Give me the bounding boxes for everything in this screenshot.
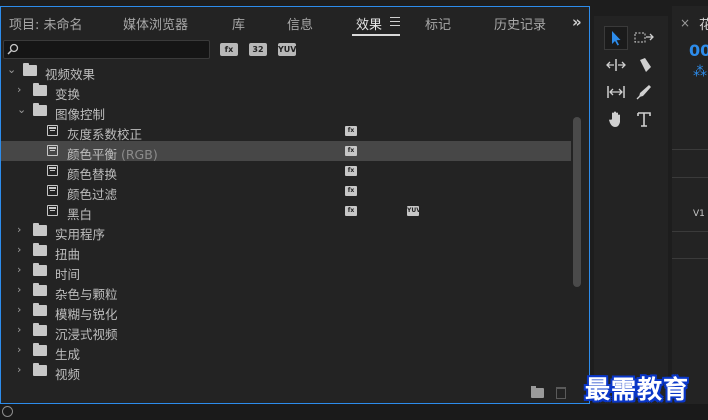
folder-icon [33, 343, 47, 356]
chevron-right-icon[interactable]: › [17, 364, 27, 375]
pen-tool-icon[interactable] [632, 80, 656, 104]
accelerated-badge-icon: fx [345, 146, 357, 156]
trash-icon[interactable] [556, 387, 566, 399]
tab-markers[interactable]: 标记 [425, 14, 451, 33]
chevron-right-icon[interactable]: › [17, 244, 27, 255]
chevron-right-icon[interactable]: › [17, 224, 27, 235]
close-icon[interactable]: × [680, 16, 690, 30]
timeline-panel: × 花 00 ⁂ V1 [672, 6, 708, 404]
folder-icon [33, 83, 47, 96]
search-icon [7, 43, 19, 55]
search-input[interactable] [20, 42, 206, 57]
effect-icon [47, 185, 58, 196]
timeline-divider [672, 177, 708, 178]
watermark-logo: 最需教育 [585, 375, 690, 404]
accelerated-effects-filter-button[interactable]: fx [220, 43, 238, 56]
tree-effect-color-balance-rgb[interactable]: 颜色平衡 (RGB) fx [1, 141, 571, 162]
timeline-divider [672, 258, 708, 259]
render-status-icon[interactable] [2, 406, 13, 417]
32bit-color-filter-button[interactable]: 32 [249, 43, 267, 56]
tools-panel [594, 6, 668, 404]
slip-tool-icon[interactable] [604, 80, 628, 104]
chevron-right-icon[interactable]: › [17, 344, 27, 355]
tree-folder-utility[interactable]: › 实用程序 [1, 221, 571, 242]
accelerated-badge-icon: fx [345, 206, 357, 216]
effect-icon [47, 205, 58, 216]
tab-media-browser[interactable]: 媒体浏览器 [123, 14, 188, 33]
panel-menu-icon[interactable] [390, 17, 400, 26]
folder-icon [33, 263, 47, 276]
tree-effect-color-replace[interactable]: 颜色替换 fx [1, 161, 571, 182]
timeline-tab-title[interactable]: 花 [699, 14, 708, 33]
panel-footer [1, 385, 589, 403]
tree-folder-distort[interactable]: › 扭曲 [1, 241, 571, 262]
chevron-down-icon[interactable]: ⌄ [7, 64, 17, 75]
type-tool-icon[interactable] [632, 107, 656, 131]
active-tab-underline [352, 34, 400, 36]
panel-tab-bar: 项目: 未命名 媒体浏览器 库 信息 效果 标记 历史记录 » [1, 7, 589, 37]
effects-tree: ⌄ 视频效果 › 变换 ⌄ 图像控制 灰度系数校正 fx 颜色平衡 (RGB) … [1, 61, 571, 385]
status-bar [0, 404, 708, 420]
tree-scrollbar[interactable] [572, 67, 582, 385]
accelerated-badge-icon: fx [345, 166, 357, 176]
folder-icon [33, 303, 47, 316]
tree-effect-color-pass[interactable]: 颜色过滤 fx [1, 181, 571, 202]
folder-icon [33, 323, 47, 336]
search-field[interactable] [3, 40, 210, 59]
new-bin-icon[interactable] [531, 386, 544, 398]
tree-folder-video-effects[interactable]: ⌄ 视频效果 [1, 61, 571, 82]
folder-icon [23, 63, 37, 76]
tree-folder-immersive-video[interactable]: › 沉浸式视频 [1, 321, 571, 342]
effects-panel: 项目: 未命名 媒体浏览器 库 信息 效果 标记 历史记录 » fx 32 YU… [0, 6, 590, 404]
tab-history[interactable]: 历史记录 [494, 14, 546, 33]
track-select-tool-icon[interactable] [632, 26, 656, 50]
scrollbar-thumb[interactable] [573, 117, 581, 287]
folder-icon [33, 243, 47, 256]
timeline-timecode[interactable]: 00 [689, 41, 708, 60]
yuv-badge-icon: YUV [407, 206, 421, 216]
chevron-right-icon[interactable]: › [17, 264, 27, 275]
chevron-right-icon[interactable]: › [17, 84, 27, 95]
tab-libraries[interactable]: 库 [232, 14, 245, 33]
tree-folder-blur-sharpen[interactable]: › 模糊与锐化 [1, 301, 571, 322]
razor-tool-icon[interactable] [632, 53, 656, 77]
folder-icon [33, 363, 47, 376]
tree-effect-black-white[interactable]: 黑白 fx YUV [1, 201, 571, 222]
tree-label: 视频 [55, 367, 81, 382]
selection-tool-icon[interactable] [604, 26, 628, 50]
tree-folder-video[interactable]: › 视频 [1, 361, 571, 382]
track-label-v1[interactable]: V1 [693, 209, 705, 219]
tree-folder-time[interactable]: › 时间 [1, 261, 571, 282]
timeline-divider [672, 149, 708, 150]
tree-effect-gamma-correction[interactable]: 灰度系数校正 fx [1, 121, 571, 142]
effect-icon [47, 165, 58, 176]
accelerated-badge-icon: fx [345, 186, 357, 196]
tools-header [594, 6, 668, 16]
ripple-edit-tool-icon[interactable] [604, 53, 628, 77]
tree-folder-noise-grain[interactable]: › 杂色与颗粒 [1, 281, 571, 302]
chevron-right-icon[interactable]: › [17, 324, 27, 335]
tree-folder-transform[interactable]: › 变换 [1, 81, 571, 102]
tab-project[interactable]: 项目: 未命名 [9, 14, 83, 33]
chevron-down-icon[interactable]: ⌄ [17, 104, 27, 115]
overflow-chevron-icon[interactable]: » [572, 13, 582, 31]
yuv-filter-button[interactable]: YUV [278, 43, 296, 56]
tree-folder-generate[interactable]: › 生成 [1, 341, 571, 362]
accelerated-badge-icon: fx [345, 126, 357, 136]
effect-icon [47, 145, 58, 156]
chevron-right-icon[interactable]: › [17, 284, 27, 295]
hand-tool-icon[interactable] [604, 107, 628, 131]
folder-icon [33, 103, 47, 116]
tab-effects[interactable]: 效果 [356, 14, 382, 33]
chevron-right-icon[interactable]: › [17, 304, 27, 315]
tree-folder-image-control[interactable]: ⌄ 图像控制 [1, 101, 571, 122]
effect-icon [47, 125, 58, 136]
timeline-divider [672, 231, 708, 232]
folder-icon [33, 223, 47, 236]
snap-icon[interactable]: ⁂ [693, 64, 707, 80]
folder-icon [33, 283, 47, 296]
tab-info[interactable]: 信息 [287, 14, 313, 33]
